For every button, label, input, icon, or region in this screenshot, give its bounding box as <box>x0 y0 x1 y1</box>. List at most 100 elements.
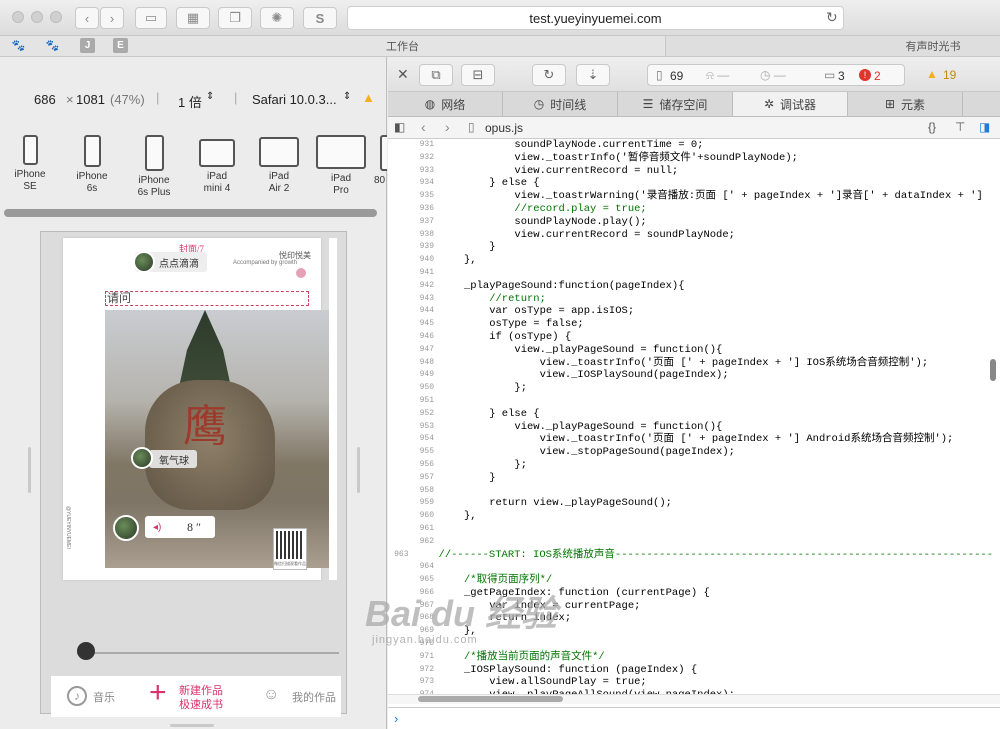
viewport-height[interactable]: 1081 <box>76 92 105 107</box>
avatar[interactable] <box>133 251 155 273</box>
line-number[interactable]: 964 <box>388 561 440 574</box>
line-number[interactable]: 931 <box>388 139 440 152</box>
tab-timeline[interactable]: ◷ 时间线 <box>503 92 618 116</box>
line-number[interactable]: 952 <box>388 408 440 421</box>
code-line[interactable]: 931 soundPlayNode.currentTime = 0; <box>388 139 993 152</box>
code-line[interactable]: 941 <box>388 267 993 280</box>
next-page-edge[interactable] <box>329 238 337 580</box>
code-line[interactable]: 962 <box>388 536 993 549</box>
extension-button[interactable]: ▦ <box>176 7 210 29</box>
code-line[interactable]: 960}, <box>388 510 993 523</box>
code-line[interactable]: 946 if (osType) { <box>388 331 993 344</box>
dock-button[interactable]: ⊟ <box>461 64 495 86</box>
console-prompt[interactable]: › <box>388 707 1000 729</box>
code-line[interactable]: 947 view._playPageSound = function(){ <box>388 344 993 357</box>
code-line[interactable]: 954 view._toastrInfo('页面 [' + pageIndex … <box>388 433 993 446</box>
line-number[interactable]: 958 <box>388 485 440 498</box>
code-line[interactable]: 955 view._stopPageSound(pageIndex); <box>388 446 993 459</box>
code-line[interactable]: 957 } <box>388 472 993 485</box>
code-line[interactable]: 938 view.currentRecord = soundPlayNode; <box>388 229 993 242</box>
resize-handle-left[interactable] <box>28 447 31 493</box>
nav-my-works[interactable]: 我的作品 <box>292 689 336 705</box>
warning-count[interactable]: 19 <box>943 68 956 82</box>
zoom-window-button[interactable] <box>50 11 62 23</box>
code-line[interactable]: 932 view._toastrInfo('暂停音频文件'+soundPlayN… <box>388 152 993 165</box>
line-number[interactable]: 945 <box>388 318 440 331</box>
resize-handle-bottom[interactable] <box>170 724 214 727</box>
nav-fast-book[interactable]: 极速成书 <box>179 696 223 712</box>
code-line[interactable]: 948 view._toastrInfo('页面 [' + pageIndex … <box>388 357 993 370</box>
close-icon[interactable]: ✕ <box>397 66 409 83</box>
code-line[interactable]: 953 view._playPageSound = function(){ <box>388 421 993 434</box>
line-number[interactable]: 940 <box>388 254 440 267</box>
tabs-overview-button[interactable]: ❐ <box>218 7 252 29</box>
resize-handle-right[interactable] <box>357 447 360 493</box>
device-iphone-se[interactable]: iPhone SE <box>2 135 58 193</box>
line-number[interactable]: 950 <box>388 382 440 395</box>
tab-workbench[interactable]: 工作台 <box>0 36 665 56</box>
favorite-j[interactable]: J <box>80 38 95 53</box>
line-number[interactable]: 961 <box>388 523 440 536</box>
chevron-right-icon[interactable]: › <box>445 119 450 135</box>
tab-storage[interactable]: ☰ 储存空间 <box>618 92 733 116</box>
close-window-button[interactable] <box>12 11 24 23</box>
line-number[interactable]: 972 <box>388 664 440 677</box>
title-input[interactable]: 请问 <box>105 291 309 306</box>
line-number[interactable]: 955 <box>388 446 440 459</box>
device-ipad-air[interactable]: iPad Air 2 <box>251 135 307 195</box>
balloon-avatar[interactable] <box>131 447 153 469</box>
code-line[interactable]: 935 view._toastrWarning('录音播放:页面 [' + pa… <box>388 190 993 203</box>
line-number[interactable]: 935 <box>388 190 440 203</box>
favorite-e[interactable]: E <box>113 38 128 53</box>
line-number[interactable]: 943 <box>388 293 440 306</box>
code-line[interactable]: 936 //record.play = true; <box>388 203 993 216</box>
code-line[interactable]: 971 /*播放当前页面的声音文件*/ <box>388 651 993 664</box>
line-number[interactable]: 971 <box>388 651 440 664</box>
page-slider-knob[interactable] <box>77 642 95 660</box>
status-summary[interactable]: ▯ 69 ⍾ — ◷ — ▭ 3 ! 2 <box>647 64 905 86</box>
nav-music[interactable]: 音乐 <box>93 689 115 705</box>
qr-code[interactable]: 微信扫描观看作品 <box>273 528 307 570</box>
line-number[interactable]: 942 <box>388 280 440 293</box>
code-line[interactable]: 934 } else { <box>388 177 993 190</box>
device-ipad-pro[interactable]: iPad Pro <box>313 135 369 197</box>
plus-icon[interactable]: + <box>149 678 167 708</box>
detach-button[interactable]: ⧉ <box>419 64 453 86</box>
updown-chevron-icon[interactable]: ⇕ <box>343 91 351 102</box>
line-number[interactable]: 939 <box>388 241 440 254</box>
line-number[interactable]: 959 <box>388 497 440 510</box>
reload-icon[interactable]: ↻ <box>826 9 838 26</box>
line-number[interactable]: 936 <box>388 203 440 216</box>
code-line[interactable]: 933 view.currentRecord = null; <box>388 165 993 178</box>
forward-button[interactable]: › <box>100 7 124 29</box>
settings-button[interactable]: ✺ <box>260 7 294 29</box>
code-line[interactable]: 944 var osType = app.isIOS; <box>388 305 993 318</box>
code-line[interactable]: 956 }; <box>388 459 993 472</box>
code-line[interactable]: 937 soundPlayNode.play(); <box>388 216 993 229</box>
line-number[interactable]: 937 <box>388 216 440 229</box>
pretty-print-icon[interactable]: {} <box>928 120 936 134</box>
scale-select[interactable]: 1 倍 <box>178 92 202 111</box>
device-more[interactable]: 80 <box>372 135 387 187</box>
voice-bubble[interactable]: ◂) 8 ″ <box>145 516 215 538</box>
line-number[interactable]: 951 <box>388 395 440 408</box>
device-scrollbar[interactable] <box>4 209 377 217</box>
line-number[interactable]: 934 <box>388 177 440 190</box>
user-agent-select[interactable]: Safari 10.0.3... <box>252 92 337 107</box>
code-line[interactable]: 958 <box>388 485 993 498</box>
minimize-window-button[interactable] <box>31 11 43 23</box>
updown-chevron-icon[interactable]: ⇕ <box>206 91 214 102</box>
line-number[interactable]: 954 <box>388 433 440 446</box>
code-line[interactable]: 949 view._IOSPlaySound(pageIndex); <box>388 369 993 382</box>
navigation-sidebar-icon[interactable]: ◧ <box>394 120 405 134</box>
code-line[interactable]: 959 return view._playPageSound(); <box>388 497 993 510</box>
code-line[interactable]: 952 } else { <box>388 408 993 421</box>
code-line[interactable]: 943 //return; <box>388 293 993 306</box>
line-number[interactable]: 962 <box>388 536 440 549</box>
warning-icon[interactable]: ▲ <box>362 90 375 105</box>
tab-elements[interactable]: ⊞ 元素 <box>848 92 963 116</box>
music-off-icon[interactable]: ♪ <box>67 686 87 706</box>
line-number[interactable]: 946 <box>388 331 440 344</box>
line-number[interactable]: 949 <box>388 369 440 382</box>
line-number[interactable]: 938 <box>388 229 440 242</box>
